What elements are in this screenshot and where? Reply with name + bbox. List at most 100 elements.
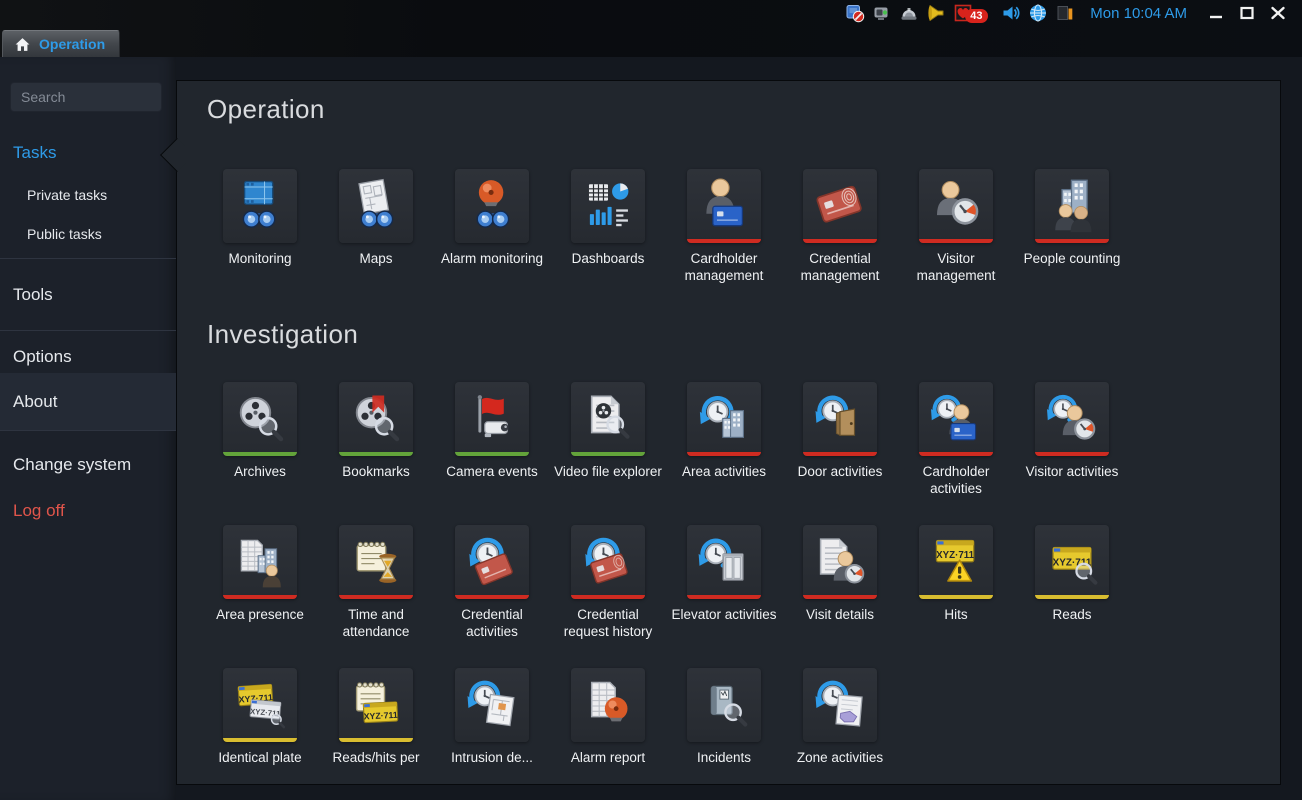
maximize-button[interactable] bbox=[1234, 4, 1260, 22]
tile-label: Incidents bbox=[697, 749, 751, 766]
task-tile-incidents[interactable]: Incidents bbox=[666, 668, 782, 766]
health-alert-badge: 43 bbox=[965, 9, 987, 23]
task-tile-reads-hits-per[interactable]: XYZ·711Reads/hits per bbox=[318, 668, 434, 766]
credential-activities-icon bbox=[463, 533, 521, 591]
task-tile-cardholder-management[interactable]: Cardholder management bbox=[666, 169, 782, 284]
task-tile-area-activities[interactable]: Area activities bbox=[666, 382, 782, 497]
camera-monitor-icon[interactable] bbox=[872, 3, 892, 23]
tile-label: Time and attendance bbox=[322, 606, 430, 640]
tile-category-underline bbox=[1035, 239, 1109, 243]
sidebar-item-private-tasks[interactable]: Private tasks bbox=[27, 187, 107, 203]
tile-surface bbox=[571, 169, 645, 243]
tile-category-underline bbox=[223, 452, 297, 456]
dock-layout-icon[interactable] bbox=[1055, 3, 1075, 23]
tile-label: Cardholder activities bbox=[902, 463, 1010, 497]
tile-label: Credential request history bbox=[554, 606, 662, 640]
minimize-button[interactable] bbox=[1203, 4, 1229, 22]
task-tile-hits[interactable]: XYZ·711 Hits bbox=[898, 525, 1014, 640]
task-tile-elevator-activities[interactable]: Elevator activities bbox=[666, 525, 782, 640]
task-tile-people-counting[interactable]: People counting bbox=[1014, 169, 1130, 284]
tile-label: Reads bbox=[1052, 606, 1091, 623]
tile-label: Intrusion de... bbox=[451, 749, 533, 766]
tile-row: ArchivesBookmarksCamera eventsVideo file… bbox=[202, 382, 1130, 497]
network-globe-icon[interactable] bbox=[1028, 3, 1048, 23]
elevator-activities-icon bbox=[695, 533, 753, 591]
tile-surface bbox=[571, 525, 645, 599]
siren-icon[interactable] bbox=[899, 3, 919, 23]
zone-activities-icon bbox=[811, 676, 869, 734]
window-controls bbox=[1203, 4, 1296, 22]
horn-icon[interactable] bbox=[926, 3, 946, 23]
section-title: Investigation bbox=[207, 319, 358, 350]
task-tile-visitor-activities[interactable]: Visitor activities bbox=[1014, 382, 1130, 497]
task-tile-monitoring[interactable]: Monitoring bbox=[202, 169, 318, 284]
task-tile-intrusion-detection[interactable]: Intrusion de... bbox=[434, 668, 550, 766]
task-tile-area-presence[interactable]: Area presence bbox=[202, 525, 318, 640]
close-button[interactable] bbox=[1265, 4, 1291, 22]
monitoring-icon bbox=[231, 177, 289, 235]
visitor-management-icon bbox=[927, 177, 985, 235]
task-tile-door-activities[interactable]: Door activities bbox=[782, 382, 898, 497]
tile-label: Credential management bbox=[786, 250, 894, 284]
task-tile-alarm-report[interactable]: Alarm report bbox=[550, 668, 666, 766]
tile-surface bbox=[1035, 169, 1109, 243]
task-tile-maps[interactable]: Maps bbox=[318, 169, 434, 284]
tile-label: Area presence bbox=[216, 606, 304, 623]
tab-operation[interactable]: Operation bbox=[2, 30, 120, 57]
tile-category-underline bbox=[1035, 595, 1109, 599]
task-tile-video-file-explorer[interactable]: Video file explorer bbox=[550, 382, 666, 497]
task-tile-reads[interactable]: XYZ·711Reads bbox=[1014, 525, 1130, 640]
workstation-blocked-icon[interactable] bbox=[845, 3, 865, 23]
tile-label: Hits bbox=[944, 606, 967, 623]
task-tile-identical-plate[interactable]: XYZ·711XYZ·711Identical plate bbox=[202, 668, 318, 766]
task-tile-credential-activities[interactable]: Credential activities bbox=[434, 525, 550, 640]
tile-surface bbox=[919, 169, 993, 243]
tile-label: Monitoring bbox=[228, 250, 291, 267]
task-tile-time-and-attendance[interactable]: Time and attendance bbox=[318, 525, 434, 640]
tile-surface bbox=[803, 382, 877, 456]
tile-category-underline bbox=[339, 595, 413, 599]
task-tile-bookmarks[interactable]: Bookmarks bbox=[318, 382, 434, 497]
title-bar: 43 Mon 10:04 AM bbox=[0, 0, 1302, 57]
tile-label: Door activities bbox=[798, 463, 883, 480]
search-input[interactable] bbox=[10, 82, 162, 112]
sidebar-item-about[interactable]: About bbox=[13, 392, 57, 412]
task-tile-credential-management[interactable]: Credential management bbox=[782, 169, 898, 284]
sidebar-item-tasks[interactable]: Tasks bbox=[13, 143, 56, 163]
task-tile-archives[interactable]: Archives bbox=[202, 382, 318, 497]
sidebar: Tasks Private tasks Public tasks Tools O… bbox=[0, 57, 176, 800]
tile-surface bbox=[223, 169, 297, 243]
task-tile-visitor-management[interactable]: Visitor management bbox=[898, 169, 1014, 284]
tile-category-underline bbox=[803, 452, 877, 456]
tile-surface bbox=[571, 668, 645, 742]
tile-surface: XYZ·711 bbox=[339, 668, 413, 742]
task-tile-credential-request-history[interactable]: Credential request history bbox=[550, 525, 666, 640]
tile-category-underline bbox=[223, 738, 297, 742]
health-heart-icon[interactable]: 43 bbox=[953, 3, 973, 23]
task-tile-dashboards[interactable]: Dashboards bbox=[550, 169, 666, 284]
sidebar-item-options[interactable]: Options bbox=[13, 347, 72, 367]
tile-category-underline bbox=[919, 595, 993, 599]
tile-label: Alarm report bbox=[571, 749, 645, 766]
task-tile-zone-activities[interactable]: Zone activities bbox=[782, 668, 898, 766]
task-tile-alarm-monitoring[interactable]: Alarm monitoring bbox=[434, 169, 550, 284]
sidebar-item-change-system[interactable]: Change system bbox=[13, 455, 131, 475]
system-tray-area: 43 Mon 10:04 AM bbox=[845, 1, 1302, 25]
svg-text:XYZ·711: XYZ·711 bbox=[936, 550, 975, 561]
volume-icon[interactable] bbox=[1001, 3, 1021, 23]
divider bbox=[0, 430, 176, 431]
sidebar-item-log-off[interactable]: Log off bbox=[13, 501, 65, 521]
tab-label: Operation bbox=[39, 36, 105, 52]
tile-category-underline bbox=[455, 595, 529, 599]
sidebar-item-public-tasks[interactable]: Public tasks bbox=[27, 226, 102, 242]
tile-category-underline bbox=[571, 595, 645, 599]
task-tile-cardholder-activities[interactable]: Cardholder activities bbox=[898, 382, 1014, 497]
tile-label: Visit details bbox=[806, 606, 874, 623]
alarm-monitoring-icon bbox=[463, 177, 521, 235]
task-tile-camera-events[interactable]: Camera events bbox=[434, 382, 550, 497]
tile-label: Identical plate bbox=[218, 749, 301, 766]
sidebar-item-tools[interactable]: Tools bbox=[13, 285, 53, 305]
visit-details-icon bbox=[811, 533, 869, 591]
task-tile-visit-details[interactable]: Visit details bbox=[782, 525, 898, 640]
tile-category-underline bbox=[919, 239, 993, 243]
